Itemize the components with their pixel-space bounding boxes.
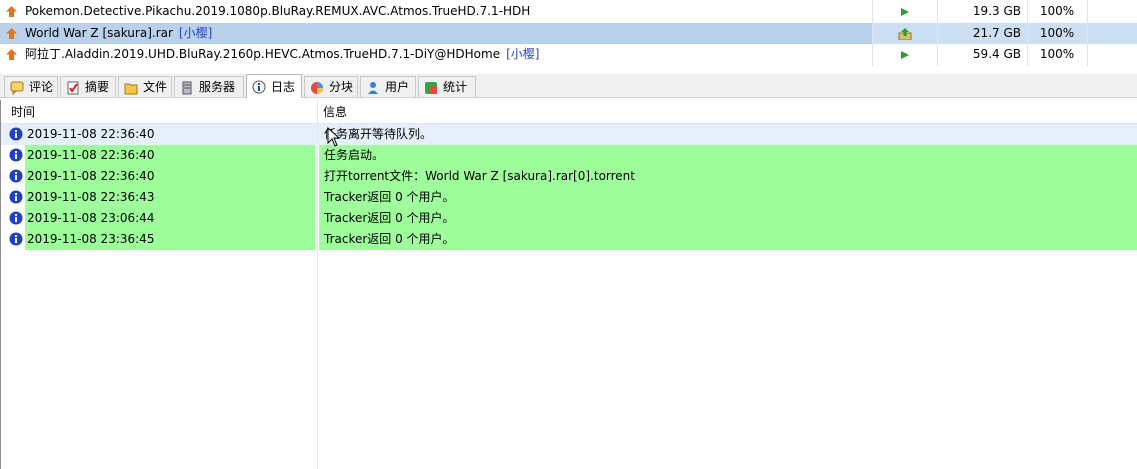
users-icon xyxy=(368,82,378,94)
torrent-progress: 100% xyxy=(1039,47,1075,61)
log-row[interactable]: 2019-11-08 23:36:45 Tracker返回 0 个用户。 xyxy=(1,229,1137,250)
torrent-name: 阿拉丁.Aladdin.2019.UHD.BluRay.2160p.HEVC.A… xyxy=(25,47,540,61)
log-header: 时间 信息 xyxy=(1,100,1137,124)
pieces-icon xyxy=(311,82,323,94)
log-row[interactable]: 2019-11-08 23:06:44 Tracker返回 0 个用户。 xyxy=(1,208,1137,229)
info-icon xyxy=(9,232,23,246)
log-message: 任务启动。 xyxy=(319,145,1137,166)
tab-stats[interactable]: 统计 xyxy=(418,76,476,97)
upload-arrow-icon xyxy=(6,28,17,39)
detail-tab-bar: 评论 摘要 文件 服务器 日志 分块 用户 统计 xyxy=(0,74,1137,98)
log-time: 2019-11-08 22:36:40 xyxy=(27,127,155,141)
torrent-size: 21.7 GB xyxy=(972,26,1021,40)
log-time: 2019-11-08 22:36:40 xyxy=(27,148,155,162)
info-icon xyxy=(9,211,23,225)
log-message: Tracker返回 0 个用户。 xyxy=(319,187,1137,208)
log-row[interactable]: 2019-11-08 22:36:40 任务离开等待队列。 xyxy=(1,124,1137,145)
column-divider xyxy=(872,0,873,66)
info-icon xyxy=(9,169,23,183)
log-row[interactable]: 2019-11-08 22:36:40 打开torrent文件：World Wa… xyxy=(1,166,1137,187)
files-icon xyxy=(124,83,138,95)
tab-comments[interactable]: 评论 xyxy=(4,76,58,97)
tab-pieces[interactable]: 分块 xyxy=(304,76,358,97)
log-icon xyxy=(252,80,266,94)
torrent-name: World War Z [sakura].rar [小樱] xyxy=(25,26,213,40)
torrent-progress: 100% xyxy=(1039,4,1075,18)
tab-log[interactable]: 日志 xyxy=(246,74,302,98)
log-message: 打开torrent文件：World War Z [sakura].rar[0].… xyxy=(319,166,1137,187)
torrent-row-selected[interactable]: World War Z [sakura].rar [小樱] 21.7 GB 100… xyxy=(0,23,1137,44)
log-message: Tracker返回 0 个用户。 xyxy=(319,208,1137,229)
torrent-row[interactable]: Pokemon.Detective.Pikachu.2019.1080p.Blu… xyxy=(0,1,1137,22)
torrent-progress: 100% xyxy=(1039,26,1075,40)
tab-servers[interactable]: 服务器 xyxy=(174,76,244,97)
tab-summary[interactable]: 摘要 xyxy=(60,76,116,97)
stats-icon xyxy=(425,82,437,94)
comment-icon xyxy=(10,81,24,95)
info-icon xyxy=(9,127,23,141)
column-divider xyxy=(1087,0,1088,66)
play-icon xyxy=(900,7,909,16)
column-divider xyxy=(317,124,318,469)
upload-arrow-icon xyxy=(6,49,17,60)
column-header-time[interactable]: 时间 xyxy=(1,100,35,124)
log-list: 时间 信息 2019-11-08 22:36:40 任务离开等待队列。 2019… xyxy=(0,100,1137,469)
log-time: 2019-11-08 22:36:40 xyxy=(27,169,155,183)
torrent-row[interactable]: 阿拉丁.Aladdin.2019.UHD.BluRay.2160p.HEVC.A… xyxy=(0,44,1137,65)
info-icon xyxy=(9,148,23,162)
log-message: Tracker返回 0 个用户。 xyxy=(319,229,1137,250)
log-message: 任务离开等待队列。 xyxy=(324,127,433,141)
log-row[interactable]: 2019-11-08 22:36:43 Tracker返回 0 个用户。 xyxy=(1,187,1137,208)
torrent-list: Pokemon.Detective.Pikachu.2019.1080p.Blu… xyxy=(0,0,1137,66)
log-row[interactable]: 2019-11-08 22:36:40 任务启动。 xyxy=(1,145,1137,166)
torrent-tag[interactable]: [小樱] xyxy=(179,26,212,40)
log-time: 2019-11-08 23:06:44 xyxy=(27,211,155,225)
torrent-size: 59.4 GB xyxy=(972,47,1021,61)
mouse-cursor-icon xyxy=(327,127,341,147)
torrent-size: 19.3 GB xyxy=(972,4,1021,18)
column-divider xyxy=(1027,0,1028,66)
tab-files[interactable]: 文件 xyxy=(118,76,172,97)
summary-icon xyxy=(67,81,79,95)
torrent-tag[interactable]: [小樱] xyxy=(506,47,539,61)
log-time: 2019-11-08 23:36:45 xyxy=(27,232,155,246)
info-icon xyxy=(9,190,23,204)
play-icon xyxy=(900,50,909,59)
log-time: 2019-11-08 22:36:43 xyxy=(27,190,155,204)
upload-arrow-icon xyxy=(6,6,17,17)
tab-users[interactable]: 用户 xyxy=(360,76,416,97)
column-divider xyxy=(937,0,938,66)
torrent-name: Pokemon.Detective.Pikachu.2019.1080p.Blu… xyxy=(25,4,531,18)
server-icon xyxy=(182,81,192,95)
column-header-message[interactable]: 信息 xyxy=(313,100,347,124)
seeding-icon xyxy=(898,27,911,40)
